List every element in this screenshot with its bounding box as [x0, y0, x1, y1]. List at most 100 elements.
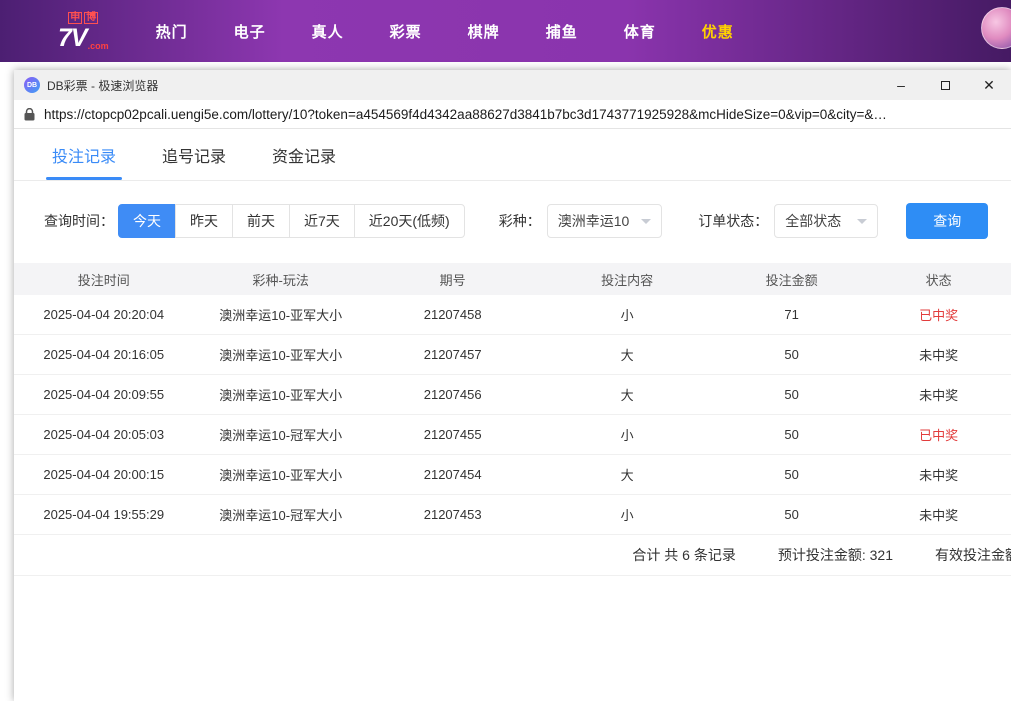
user-avatar[interactable] [981, 7, 1011, 49]
lottery-filter-label: 彩种： [499, 211, 541, 231]
status-badge: 未中奖 [919, 388, 958, 403]
cell-bet-amount: 50 [717, 507, 867, 522]
maximize-button[interactable] [923, 70, 967, 100]
main-nav: 热门 电子 真人 彩票 棋牌 捕鱼 体育 优惠 [133, 21, 757, 42]
window-controls: – ✕ [879, 70, 1011, 100]
cell-bet-amount: 50 [717, 387, 867, 402]
chevron-down-icon [857, 219, 867, 224]
summary-expected-amount: 预计投注金额: 321 [778, 545, 893, 565]
site-logo[interactable]: 申博 7V .com [58, 12, 109, 51]
nav-item-live[interactable]: 真人 [289, 21, 367, 42]
bet-table: 投注时间 彩种-玩法 期号 投注内容 投注金额 状态 2025-04-04 20… [14, 263, 1011, 535]
header-bet-time: 投注时间 [14, 270, 193, 289]
cell-bet-time: 2025-04-04 20:09:55 [14, 387, 193, 402]
nav-item-hot[interactable]: 热门 [133, 21, 211, 42]
cell-issue: 21207457 [368, 347, 537, 362]
chevron-down-icon [641, 219, 651, 224]
order-status-value: 全部状态 [785, 211, 841, 231]
cell-bet-content: 小 [537, 505, 716, 524]
tab-bet-records[interactable]: 投注记录 [52, 129, 116, 180]
cell-bet-amount: 50 [717, 467, 867, 482]
cell-bet-time: 2025-04-04 20:20:04 [14, 307, 193, 322]
cell-issue: 21207456 [368, 387, 537, 402]
nav-item-cards[interactable]: 棋牌 [445, 21, 523, 42]
status-badge: 已中奖 [919, 308, 958, 323]
cell-game-play: 澳洲幸运10-亚军大小 [193, 385, 367, 404]
cell-bet-content: 小 [537, 305, 716, 324]
window-title: DB彩票 - 极速浏览器 [47, 77, 158, 94]
lottery-select[interactable]: 澳洲幸运10 [547, 204, 663, 238]
site-header: 申博 7V .com 热门 电子 真人 彩票 棋牌 捕鱼 体育 优惠 [0, 0, 1011, 62]
table-header-row: 投注时间 彩种-玩法 期号 投注内容 投注金额 状态 [14, 263, 1011, 295]
time-option-7days[interactable]: 近7天 [289, 204, 355, 238]
status-badge: 未中奖 [919, 468, 958, 483]
cell-bet-amount: 50 [717, 427, 867, 442]
nav-item-promo[interactable]: 优惠 [679, 21, 757, 42]
nav-item-fishing[interactable]: 捕鱼 [523, 21, 601, 42]
header-status: 状态 [866, 270, 1011, 289]
cell-issue: 21207455 [368, 427, 537, 442]
window-titlebar[interactable]: DB DB彩票 - 极速浏览器 – ✕ [14, 70, 1011, 100]
time-filter-label: 查询时间： [44, 211, 114, 231]
search-button[interactable]: 查询 [906, 203, 988, 239]
time-filter-group: 今天 昨天 前天 近7天 近20天(低频) [118, 204, 465, 238]
status-filter-label: 订单状态： [698, 211, 768, 231]
header-issue: 期号 [368, 270, 537, 289]
summary-valid-amount: 有效投注金额 [935, 545, 1011, 565]
cell-bet-time: 2025-04-04 20:16:05 [14, 347, 193, 362]
header-game-play: 彩种-玩法 [193, 270, 367, 289]
minimize-button[interactable]: – [879, 70, 923, 100]
header-bet-content: 投注内容 [537, 270, 716, 289]
cell-bet-time: 2025-04-04 19:55:29 [14, 507, 193, 522]
url-text: https://ctopcp02pcali.uengi5e.com/lotter… [44, 107, 887, 122]
cell-game-play: 澳洲幸运10-亚军大小 [193, 465, 367, 484]
time-option-yesterday[interactable]: 昨天 [175, 204, 233, 238]
cell-game-play: 澳洲幸运10-冠军大小 [193, 425, 367, 444]
cell-game-play: 澳洲幸运10-冠军大小 [193, 505, 367, 524]
status-badge: 未中奖 [919, 508, 958, 523]
cell-issue: 21207458 [368, 307, 537, 322]
cell-bet-content: 大 [537, 465, 716, 484]
status-badge: 已中奖 [919, 428, 958, 443]
cell-issue: 21207454 [368, 467, 537, 482]
nav-item-lottery[interactable]: 彩票 [367, 21, 445, 42]
cell-game-play: 澳洲幸运10-亚军大小 [193, 305, 367, 324]
summary-bar: 合计 共 6 条记录 预计投注金额: 321 有效投注金额 [14, 535, 1011, 576]
nav-item-sports[interactable]: 体育 [601, 21, 679, 42]
lock-icon[interactable] [24, 108, 35, 121]
table-row: 2025-04-04 20:09:55 澳洲幸运10-亚军大小 21207456… [14, 375, 1011, 415]
cell-bet-content: 小 [537, 425, 716, 444]
table-row: 2025-04-04 19:55:29 澳洲幸运10-冠军大小 21207453… [14, 495, 1011, 535]
logo-main-text: 7V .com [58, 26, 109, 51]
app-icon: DB [24, 77, 40, 93]
tab-chase-records[interactable]: 追号记录 [162, 129, 226, 180]
cell-issue: 21207453 [368, 507, 537, 522]
cell-bet-amount: 50 [717, 347, 867, 362]
table-row: 2025-04-04 20:20:04 澳洲幸运10-亚军大小 21207458… [14, 295, 1011, 335]
filter-bar: 查询时间： 今天 昨天 前天 近7天 近20天(低频) 彩种： 澳洲幸运10 订… [44, 203, 1011, 239]
summary-total-records: 合计 共 6 条记录 [632, 545, 735, 565]
header-bet-amount: 投注金额 [717, 270, 867, 289]
cell-bet-content: 大 [537, 385, 716, 404]
status-badge: 未中奖 [919, 348, 958, 363]
time-option-20days[interactable]: 近20天(低频) [354, 204, 465, 238]
lottery-select-value: 澳洲幸运10 [558, 211, 630, 231]
table-row: 2025-04-04 20:00:15 澳洲幸运10-亚军大小 21207454… [14, 455, 1011, 495]
address-bar[interactable]: https://ctopcp02pcali.uengi5e.com/lotter… [14, 100, 1011, 129]
cell-game-play: 澳洲幸运10-亚军大小 [193, 345, 367, 364]
browser-window: DB DB彩票 - 极速浏览器 – ✕ https://ctopcp02pcal… [14, 70, 1011, 701]
record-tabs: 投注记录 追号记录 资金记录 [14, 129, 1011, 181]
time-option-today[interactable]: 今天 [118, 204, 176, 238]
nav-item-slots[interactable]: 电子 [211, 21, 289, 42]
tab-fund-records[interactable]: 资金记录 [272, 129, 336, 180]
cell-bet-amount: 71 [717, 307, 867, 322]
cell-bet-content: 大 [537, 345, 716, 364]
close-button[interactable]: ✕ [967, 70, 1011, 100]
time-option-daybefore[interactable]: 前天 [232, 204, 290, 238]
cell-bet-time: 2025-04-04 20:05:03 [14, 427, 193, 442]
table-row: 2025-04-04 20:05:03 澳洲幸运10-冠军大小 21207455… [14, 415, 1011, 455]
order-status-select[interactable]: 全部状态 [774, 204, 878, 238]
logo-top-text: 申博 [58, 12, 109, 24]
maximize-icon [941, 81, 950, 90]
table-row: 2025-04-04 20:16:05 澳洲幸运10-亚军大小 21207457… [14, 335, 1011, 375]
